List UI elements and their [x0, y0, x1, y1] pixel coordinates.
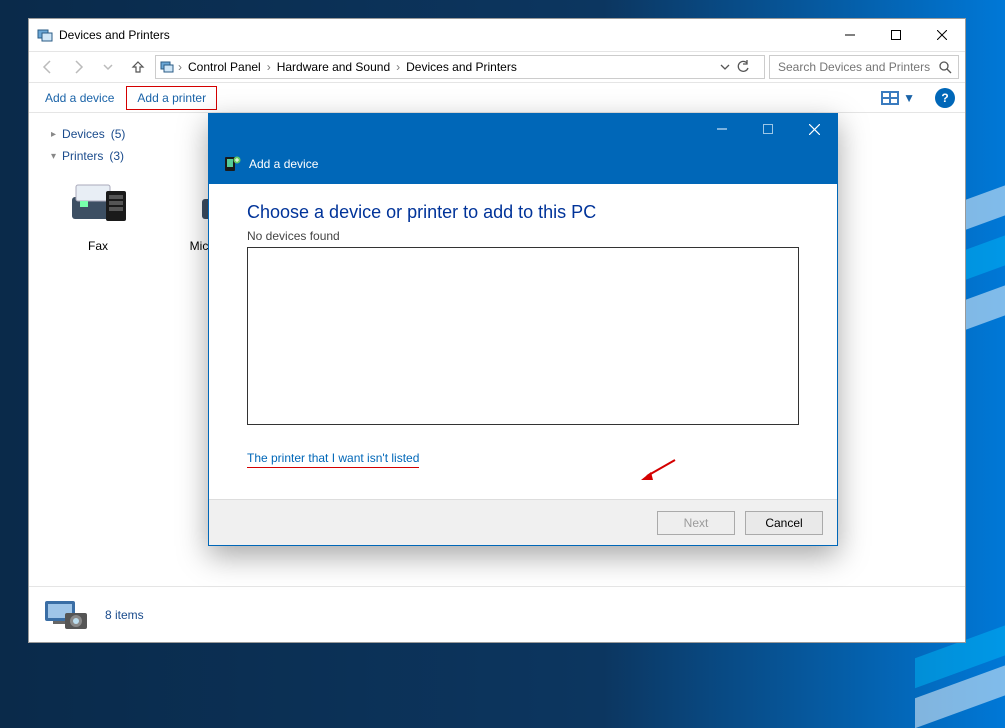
status-devices-icon — [43, 595, 91, 635]
chevron-right-icon: ▸ — [51, 129, 56, 140]
chevron-right-icon: › — [178, 60, 182, 74]
chevron-right-icon: › — [396, 60, 400, 74]
help-button[interactable]: ? — [935, 88, 955, 108]
maximize-button[interactable] — [873, 19, 919, 51]
add-printer-command[interactable]: Add a printer — [126, 86, 217, 110]
search-input[interactable] — [776, 59, 938, 75]
dialog-minimize-button[interactable] — [699, 114, 745, 144]
breadcrumb-root-icon — [160, 60, 176, 74]
window-titlebar: Devices and Printers — [29, 19, 965, 51]
view-icon — [881, 91, 899, 105]
dialog-subtext: No devices found — [247, 229, 799, 243]
search-icon — [938, 60, 952, 74]
breadcrumb-devices-printers[interactable]: Devices and Printers — [402, 60, 521, 74]
window-title: Devices and Printers — [59, 28, 170, 42]
add-device-dialog: Add a device Choose a device or printer … — [208, 113, 838, 546]
minimize-button[interactable] — [827, 19, 873, 51]
devices-group-label: Devices — [62, 127, 105, 141]
close-button[interactable] — [919, 19, 965, 51]
device-list[interactable] — [247, 247, 799, 425]
up-button[interactable] — [125, 54, 151, 80]
fax-icon — [66, 177, 130, 233]
chevron-right-icon: › — [267, 60, 271, 74]
dialog-header-title: Add a device — [249, 157, 318, 171]
dialog-header: Add a device — [209, 144, 837, 184]
cancel-button[interactable]: Cancel — [745, 511, 823, 535]
dialog-close-button[interactable] — [791, 114, 837, 144]
view-options[interactable]: ▼ — [873, 91, 923, 105]
chevron-down-icon: ▼ — [903, 91, 915, 105]
devices-group-count: (5) — [111, 127, 126, 141]
search-box[interactable] — [769, 55, 959, 79]
chevron-down-icon: ▾ — [51, 151, 56, 162]
status-item-count: 8 items — [105, 608, 144, 622]
printer-not-listed-link[interactable]: The printer that I want isn't listed — [247, 451, 419, 468]
status-bar: 8 items — [29, 586, 965, 642]
printer-item-fax[interactable]: Fax — [53, 177, 143, 268]
command-bar: Add a device Add a printer ▼ ? — [29, 83, 965, 113]
dialog-footer: Next Cancel — [209, 499, 837, 545]
breadcrumb-control-panel[interactable]: Control Panel — [184, 60, 265, 74]
window-icon — [37, 27, 53, 43]
dialog-maximize-button[interactable] — [745, 114, 791, 144]
forward-button[interactable] — [65, 54, 91, 80]
dialog-titlebar — [209, 114, 837, 144]
back-button[interactable] — [35, 54, 61, 80]
address-bar: › Control Panel › Hardware and Sound › D… — [29, 51, 965, 83]
dialog-heading: Choose a device or printer to add to thi… — [247, 202, 799, 223]
dialog-body: Choose a device or printer to add to thi… — [209, 184, 837, 475]
next-button[interactable]: Next — [657, 511, 735, 535]
add-device-command[interactable]: Add a device — [35, 87, 124, 109]
printers-group-label: Printers — [62, 149, 103, 163]
refresh-button[interactable] — [736, 60, 760, 74]
breadcrumb-hardware-sound[interactable]: Hardware and Sound — [273, 60, 394, 74]
add-device-icon — [223, 155, 241, 173]
breadcrumb-dropdown[interactable] — [716, 62, 734, 72]
printer-item-label: Fax — [53, 239, 143, 253]
printers-group-count: (3) — [109, 149, 124, 163]
breadcrumb[interactable]: › Control Panel › Hardware and Sound › D… — [155, 55, 765, 79]
recent-locations-button[interactable] — [95, 54, 121, 80]
desktop-background-rays — [965, 0, 1005, 688]
